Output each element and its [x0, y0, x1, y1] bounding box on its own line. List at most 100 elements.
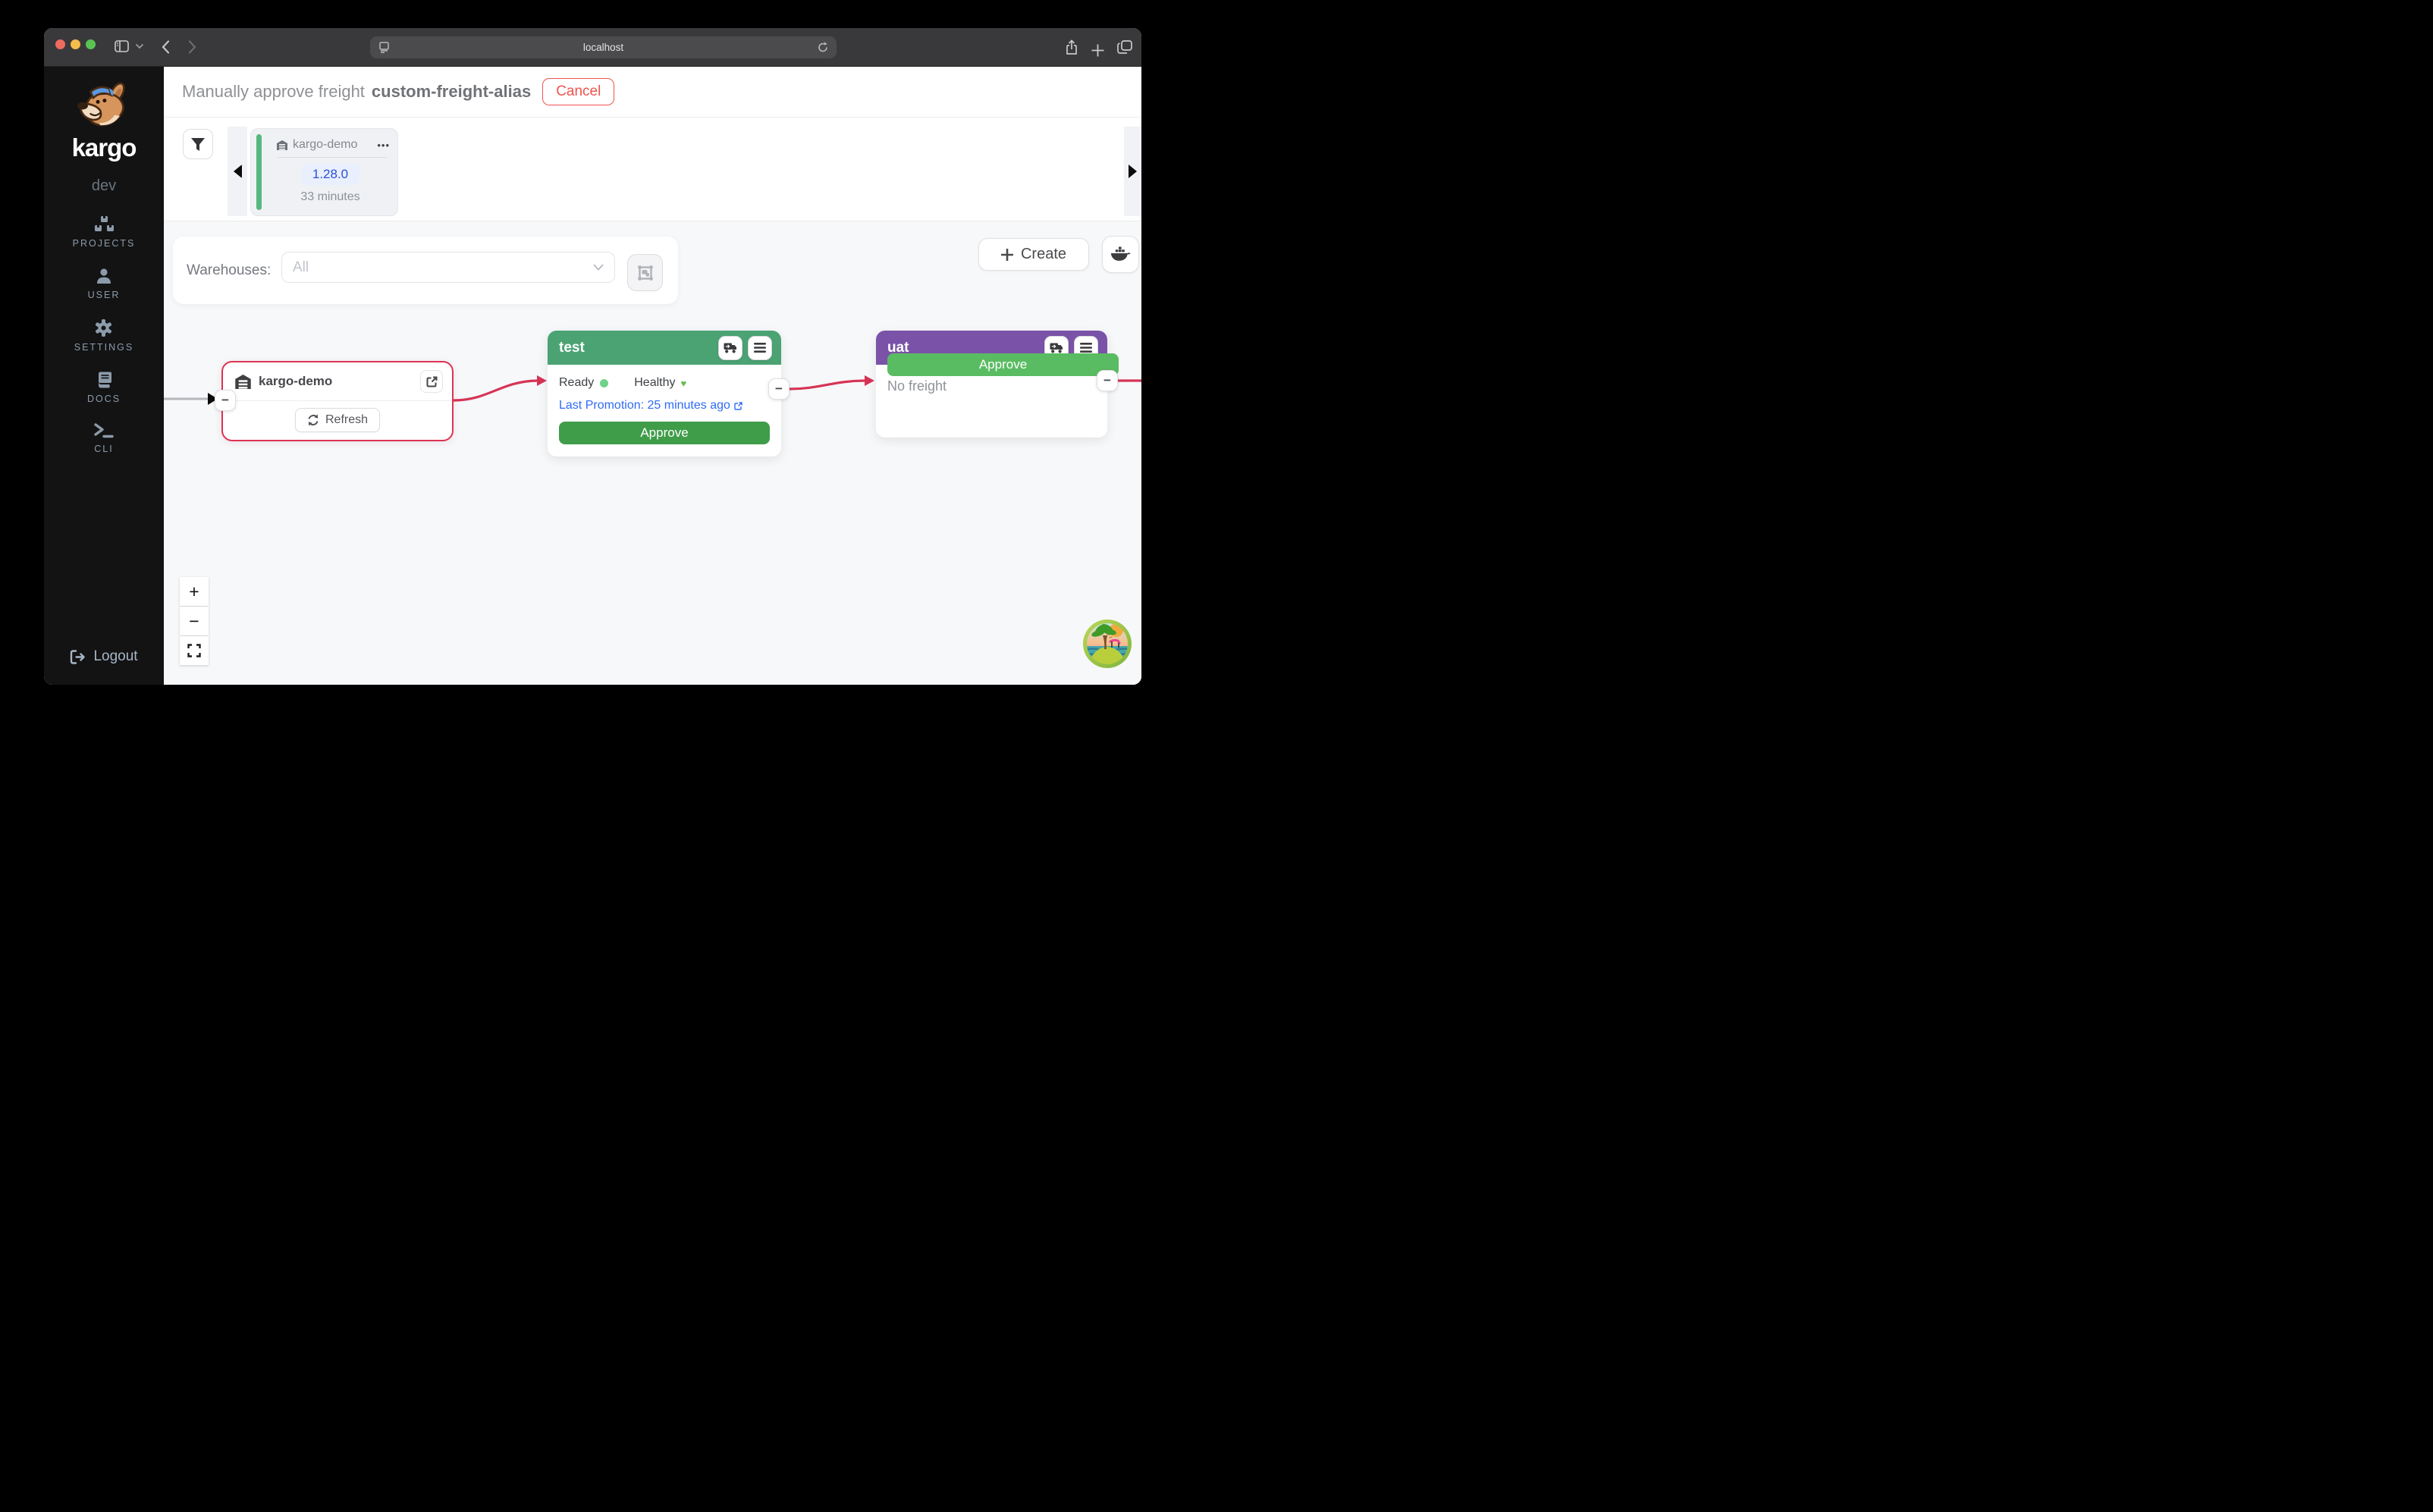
- share-icon[interactable]: [1065, 39, 1078, 55]
- sidebar-item-docs[interactable]: DOCS: [87, 372, 121, 404]
- address-bar[interactable]: localhost: [370, 36, 837, 58]
- stage-freight-button[interactable]: [718, 336, 742, 360]
- plus-icon: [1001, 249, 1013, 261]
- external-link-icon: [426, 376, 438, 387]
- zoom-controls: + −: [180, 577, 209, 666]
- pipeline-canvas[interactable]: kargo-demo: [164, 221, 1141, 685]
- truck-icon: [724, 343, 737, 353]
- user-icon: [96, 268, 112, 284]
- warehouses-select[interactable]: All: [281, 252, 615, 283]
- page-icon: [379, 42, 389, 53]
- main-content: Manually approve freight custom-freight-…: [164, 67, 1141, 685]
- create-button[interactable]: Create: [978, 238, 1089, 271]
- chevron-down-icon: [593, 264, 604, 271]
- fit-view-button[interactable]: [180, 636, 209, 665]
- filter-button[interactable]: [183, 129, 213, 159]
- projects-icon: [95, 216, 114, 233]
- zoom-in-button[interactable]: +: [180, 577, 209, 606]
- external-link-icon: [734, 402, 742, 410]
- freight-images-button[interactable]: [627, 254, 663, 291]
- freight-status-bar: [256, 134, 262, 210]
- minimize-window-button[interactable]: [71, 39, 80, 49]
- chevron-down-icon[interactable]: [136, 44, 143, 49]
- gear-icon: [95, 319, 112, 337]
- no-freight-label: No freight: [887, 378, 1096, 394]
- tab-overview-icon[interactable]: [1117, 40, 1132, 55]
- kargo-mascot-logo: [71, 82, 137, 136]
- close-window-button[interactable]: [55, 39, 65, 49]
- sidebar-item-label: CLI: [94, 444, 113, 454]
- warehouse-open-button[interactable]: [420, 370, 443, 393]
- warehouse-node[interactable]: kargo-demo: [221, 361, 454, 441]
- back-icon[interactable]: [162, 40, 170, 54]
- warehouse-icon: [277, 140, 287, 150]
- stage-menu-button[interactable]: [748, 336, 772, 360]
- warehouse-icon: [235, 375, 251, 389]
- sidebar-item-label: SETTINGS: [74, 342, 134, 353]
- timeline-scroll-left[interactable]: [228, 127, 247, 216]
- new-tab-icon[interactable]: [1091, 44, 1104, 57]
- kargo-wordmark: kargo: [72, 133, 137, 162]
- stage-collapse-handle[interactable]: −: [768, 378, 790, 400]
- images-icon: [637, 265, 654, 281]
- timeline-scroll-right[interactable]: [1124, 127, 1141, 216]
- terminal-icon: [94, 423, 114, 438]
- approve-button[interactable]: Approve: [559, 422, 770, 444]
- stage-collapse-handle[interactable]: −: [1097, 370, 1118, 391]
- stage-node-uat[interactable]: uat: [876, 331, 1107, 438]
- freight-card[interactable]: kargo-demo ••• 1.28.0 33 minutes: [250, 128, 398, 216]
- freight-age: 33 minutes: [268, 190, 393, 204]
- create-label: Create: [1021, 246, 1066, 263]
- stage-node-test[interactable]: test: [548, 331, 781, 456]
- sidebar-item-projects[interactable]: PROJECTS: [73, 216, 136, 249]
- hamburger-icon: [754, 343, 766, 353]
- refresh-icon: [307, 414, 319, 426]
- zoom-out-button[interactable]: −: [180, 607, 209, 635]
- sidebar: kargo dev PROJECTS: [44, 67, 164, 685]
- cancel-button[interactable]: Cancel: [542, 78, 614, 105]
- arrow-left-icon: [234, 165, 242, 178]
- truck-icon: [1050, 343, 1063, 353]
- freight-project-name: kargo-demo: [293, 138, 377, 152]
- sidebar-item-user[interactable]: USER: [88, 268, 121, 300]
- docker-images-button[interactable]: [1102, 236, 1139, 273]
- logout-icon: [70, 650, 86, 664]
- warehouses-label: Warehouses:: [187, 262, 271, 279]
- health-heart-icon: ♥: [681, 378, 687, 389]
- refresh-label: Refresh: [325, 413, 368, 427]
- sidebar-item-label: PROJECTS: [73, 238, 136, 249]
- sidebar-item-cli[interactable]: CLI: [94, 423, 114, 454]
- book-icon: [96, 372, 112, 388]
- logout-button[interactable]: Logout: [70, 648, 137, 665]
- approve-button[interactable]: Approve: [887, 353, 1119, 376]
- filter-icon: [190, 137, 206, 152]
- fullscreen-icon: [187, 644, 201, 657]
- reload-icon[interactable]: [817, 41, 829, 54]
- sidebar-item-settings[interactable]: SETTINGS: [74, 319, 134, 353]
- forward-icon[interactable]: [188, 40, 196, 54]
- stage-name: test: [559, 340, 718, 356]
- divider: [277, 157, 387, 158]
- island-badge[interactable]: [1082, 619, 1132, 669]
- sidebar-nav: PROJECTS USER: [73, 216, 136, 473]
- warehouses-select-value: All: [293, 259, 593, 276]
- refresh-button[interactable]: Refresh: [295, 408, 380, 432]
- zoom-window-button[interactable]: [86, 39, 96, 49]
- arrow-right-icon: [1129, 165, 1137, 178]
- freight-menu-button[interactable]: •••: [377, 140, 390, 151]
- docker-icon: [1110, 246, 1131, 262]
- sidebar-item-label: USER: [88, 290, 121, 300]
- page-header: Manually approve freight custom-freight-…: [164, 67, 1141, 118]
- freight-timeline: kargo-demo ••• 1.28.0 33 minutes: [164, 118, 1141, 221]
- hamburger-icon: [1080, 343, 1092, 353]
- ready-dot-icon: [600, 379, 608, 387]
- last-promotion-link[interactable]: Last Promotion: 25 minutes ago: [559, 399, 770, 413]
- url-text: localhost: [583, 42, 623, 53]
- ready-label: Ready: [559, 376, 594, 390]
- sidebar-toggle-icon[interactable]: [115, 40, 129, 52]
- browser-titlebar: localhost: [44, 28, 1141, 67]
- browser-window: localhost: [44, 28, 1141, 685]
- freight-alias: custom-freight-alias: [372, 82, 531, 102]
- freight-version-tag[interactable]: 1.28.0: [301, 164, 359, 185]
- warehouse-collapse-handle[interactable]: −: [215, 390, 236, 411]
